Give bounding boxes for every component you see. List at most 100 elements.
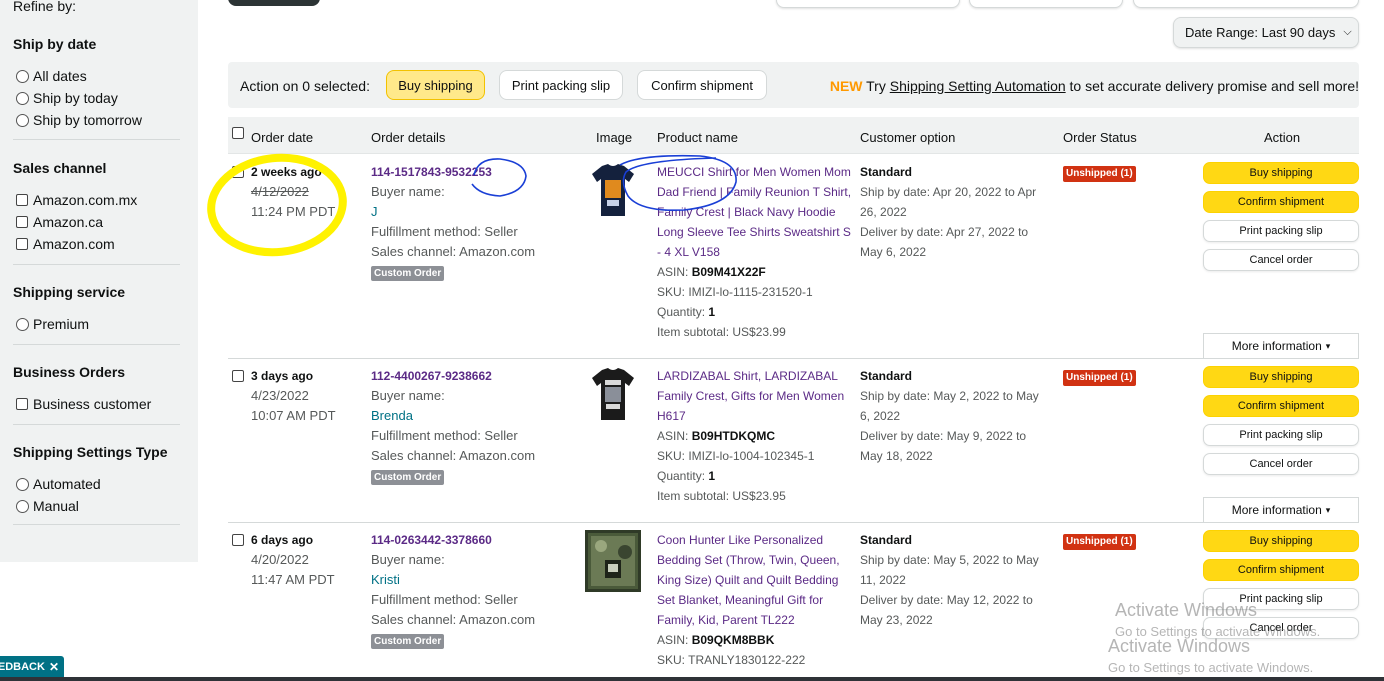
buyer-name-link[interactable]: J [371,202,535,222]
buyer-name-link[interactable]: Kristi [371,570,535,590]
shipping-speed: Standard [860,533,913,547]
header-order-date[interactable]: Order date [251,130,313,145]
bulk-print-packing-slip-button[interactable]: Print packing slip [499,70,623,100]
ship-by-date: Ship by date: May 2, 2022 to May 6, 2022 [860,389,1039,423]
sidebar-divider [13,139,180,140]
order-id-link[interactable]: 114-1517843-9532253 [371,162,535,182]
windows-activation-title: Activate Windows [1108,636,1251,656]
ship-by-date: Ship by date: May 5, 2022 to May 11, 202… [860,553,1039,587]
customer-option-cell: Standard Ship by date: May 5, 2022 to Ma… [860,530,1050,630]
sidebar-divider [13,264,180,265]
product-name-link[interactable]: MEUCCI Shirt for Men Women Mom Dad Frien… [657,162,853,262]
top-toolbar-button[interactable] [776,0,960,8]
order-date: 4/23/2022 [251,388,309,403]
select-all-checkbox[interactable] [232,127,244,139]
order-date-cell: 3 days ago 4/23/2022 10:07 AM PDT [251,366,336,426]
bulk-buy-shipping-button[interactable]: Buy shipping [386,70,485,100]
product-name-link[interactable]: Coon Hunter Like Personalized Bedding Se… [657,530,847,630]
product-thumbnail[interactable] [588,366,638,422]
status-badge: Unshipped (1) [1063,534,1136,550]
cancel-order-button[interactable]: Cancel order [1203,453,1359,475]
top-toolbar-button[interactable] [969,0,1123,8]
product-sku: SKU: IMIZI-lo-1115-231520-1 [657,285,813,299]
deliver-by-date: Deliver by date: May 9, 2022 to May 18, … [860,429,1027,463]
bulk-confirm-shipment-button[interactable]: Confirm shipment [637,70,767,100]
checkbox-business-customer[interactable]: Business customer [16,396,151,412]
orders-table-header: Order date Order details Image Product n… [228,117,1359,154]
custom-order-badge: Custom Order [371,470,445,485]
more-information-button[interactable]: More information ▾ [1203,333,1359,359]
header-image: Image [596,130,633,145]
date-range-select[interactable]: Date Range: Last 90 days ⌵ [1173,17,1359,48]
new-badge: NEW [829,78,863,94]
close-icon[interactable]: ✕ [49,660,59,674]
taskbar-edge [0,677,1384,681]
header-order-status: Order Status [1063,130,1137,145]
top-toolbar-button[interactable] [1133,0,1359,8]
radio-ship-by-today[interactable]: Ship by today [16,90,118,106]
table-row: 3 days ago 4/23/2022 10:07 AM PDT 112-44… [228,366,1359,523]
shipping-automation-link[interactable]: Shipping Setting Automation [890,78,1066,94]
product-quantity: Quantity: 1 [657,469,716,483]
order-date-cell: 6 days ago 4/20/2022 11:47 AM PDT [251,530,335,590]
cancel-order-button[interactable]: Cancel order [1203,249,1359,271]
order-time: 11:47 AM PDT [251,572,335,587]
product-cell: Coon Hunter Like Personalized Bedding Se… [657,530,847,670]
print-packing-slip-button[interactable]: Print packing slip [1203,220,1359,242]
row-select-checkbox[interactable] [232,370,244,382]
order-id-link[interactable]: 112-4400267-9238662 [371,366,535,386]
buy-shipping-button[interactable]: Buy shipping [1203,162,1359,184]
buyer-name-label: Buyer name: [371,184,445,199]
refine-by-label: Refine by: [13,0,77,14]
radio-ship-by-tomorrow[interactable]: Ship by tomorrow [16,112,142,128]
buy-shipping-button[interactable]: Buy shipping [1203,366,1359,388]
row-divider [228,522,1359,523]
feedback-tab[interactable]: EEDBACK ✕ [0,656,64,677]
confirm-shipment-button[interactable]: Confirm shipment [1203,559,1359,581]
checkbox-amazon-com[interactable]: Amazon.com [16,236,115,252]
more-information-button[interactable]: More information ▾ [1203,497,1359,523]
fulfillment-method: Fulfillment method: Seller [371,428,518,443]
sidebar-divider [13,344,180,345]
radio-all-dates[interactable]: All dates [16,68,87,84]
order-details-cell: 114-1517843-9532253 Buyer name: J Fulfil… [371,162,535,282]
top-tab-pill[interactable] [228,0,320,6]
confirm-shipment-button[interactable]: Confirm shipment [1203,395,1359,417]
print-packing-slip-button[interactable]: Print packing slip [1203,424,1359,446]
checkbox-amazon-ca[interactable]: Amazon.ca [16,214,103,230]
checkbox-amazon-com-mx[interactable]: Amazon.com.mx [16,192,137,208]
order-age: 6 days ago [251,533,314,547]
deliver-by-date: Deliver by date: Apr 27, 2022 to May 6, … [860,225,1029,259]
product-thumbnail[interactable] [588,162,638,218]
sales-channel: Sales channel: Amazon.com [371,612,536,627]
row-select-checkbox[interactable] [232,166,244,178]
shipping-speed: Standard [860,369,913,383]
order-date: 4/20/2022 [251,552,309,567]
order-date-cell: 2 weeks ago 4/12/2022 11:24 PM PDT [251,162,335,222]
product-name-link[interactable]: LARDIZABAL Shirt, LARDIZABAL Family Cres… [657,366,853,426]
business-orders-heading: Business Orders [13,364,126,380]
bulk-action-bar: Action on 0 selected: Buy shipping Print… [228,62,1359,108]
row-select-checkbox[interactable] [232,534,244,546]
deliver-by-date: Deliver by date: May 12, 2022 to May 23,… [860,593,1033,627]
radio-manual[interactable]: Manual [16,498,79,514]
radio-premium[interactable]: Premium [16,316,89,332]
selection-count-label: Action on 0 selected: [240,78,370,94]
custom-order-badge: Custom Order [371,634,445,649]
confirm-shipment-button[interactable]: Confirm shipment [1203,191,1359,213]
fulfillment-method: Fulfillment method: Seller [371,224,518,239]
header-action: Action [1264,130,1301,145]
order-id-link[interactable]: 114-0263442-3378660 [371,530,535,550]
radio-automated[interactable]: Automated [16,476,101,492]
product-asin: ASIN: B09HTDKQMC [657,429,776,443]
ship-by-date: Ship by date: Apr 20, 2022 to Apr 26, 20… [860,185,1037,219]
product-thumbnail[interactable] [585,530,641,592]
sidebar-divider [13,524,180,525]
status-badge: Unshipped (1) [1063,166,1136,182]
item-subtotal: Item subtotal: US$23.95 [657,489,786,503]
buy-shipping-button[interactable]: Buy shipping [1203,530,1359,552]
header-customer-option: Customer option [860,130,956,145]
buyer-name-link[interactable]: Brenda [371,406,535,426]
ship-by-date-heading: Ship by date [13,36,97,52]
product-quantity: Quantity: 1 [657,305,716,319]
